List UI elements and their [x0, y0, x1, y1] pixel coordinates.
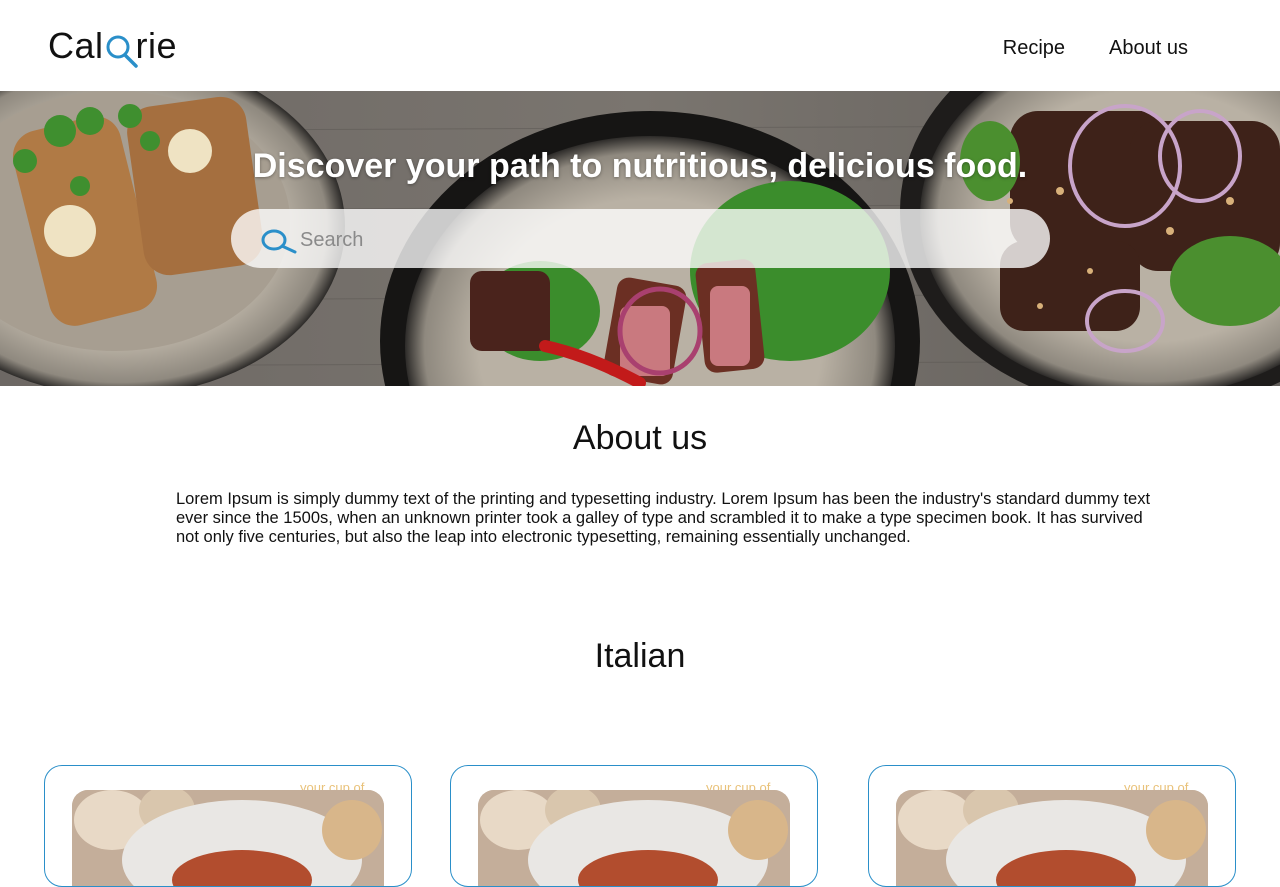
logo-text-right: rie	[135, 25, 178, 66]
recipe-card[interactable]: your cup of	[450, 765, 818, 887]
recipe-card-image	[478, 790, 790, 886]
nav-link-about-us[interactable]: About us	[1109, 34, 1188, 62]
about-heading: About us	[572, 419, 708, 457]
magnifier-icon	[105, 24, 138, 68]
hero-banner: Discover your path to nutritious, delici…	[0, 91, 1280, 386]
about-text: Lorem Ipsum is simply dummy text of the …	[176, 490, 1151, 546]
recipe-card-image	[896, 790, 1208, 886]
nav-link-recipe[interactable]: Recipe	[1003, 34, 1065, 62]
search-input[interactable]	[298, 219, 1022, 261]
hero-heading: Discover your path to nutritious, delici…	[252, 147, 1028, 185]
search-icon	[261, 229, 297, 254]
main-nav: Recipe About us	[1003, 34, 1188, 62]
recipe-card-image	[72, 790, 384, 886]
site-header: Cal rie Recipe About us	[0, 0, 1280, 91]
search-bar[interactable]	[231, 209, 1050, 268]
logo[interactable]: Cal rie	[48, 24, 177, 70]
section-heading-italian: Italian	[594, 637, 686, 675]
logo-text-left: Cal	[48, 25, 104, 66]
recipe-card[interactable]: your cup of	[868, 765, 1236, 887]
recipe-card[interactable]: your cup of	[44, 765, 412, 887]
